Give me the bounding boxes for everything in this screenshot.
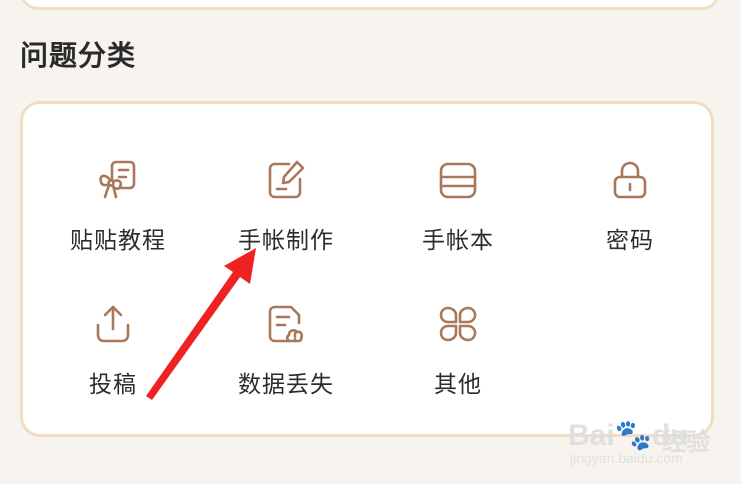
category-item-password[interactable]: 密码 (540, 157, 720, 287)
category-label: 手帐制作 (238, 228, 334, 254)
ribbon-note-icon (95, 157, 141, 203)
watermark: Bai🐾du 经验 jingyan.baidu.com (560, 400, 740, 480)
category-item-tutorial[interactable]: 贴贴教程 (28, 157, 208, 287)
category-item-submit[interactable]: 投稿 (23, 301, 203, 431)
upload-icon (90, 301, 136, 347)
data-loss-icon (263, 301, 309, 347)
category-label: 手帐本 (422, 228, 494, 254)
category-label: 密码 (606, 228, 654, 254)
watermark-url: jingyan.baidu.com (570, 450, 683, 466)
category-item-notebook[interactable]: 手帐本 (368, 157, 548, 287)
category-label: 数据丢失 (238, 372, 334, 398)
previous-card (20, 0, 720, 10)
edit-note-icon (263, 157, 309, 203)
category-label: 投稿 (89, 372, 137, 398)
paw-icon: 🐾 (614, 419, 653, 452)
category-item-data-loss[interactable]: 数据丢失 (196, 301, 376, 431)
lock-icon (607, 157, 653, 203)
more-grid-icon (435, 301, 481, 347)
category-item-other[interactable]: 其他 (368, 301, 548, 431)
category-item-journal-making[interactable]: 手帐制作 (196, 157, 376, 287)
category-card: 贴贴教程 手帐制作 手帐本 密码 投稿 数据丢失 其他 (20, 101, 714, 437)
category-label: 贴贴教程 (70, 228, 166, 254)
category-label: 其他 (434, 372, 482, 398)
notebook-icon (435, 157, 481, 203)
section-title: 问题分类 (20, 39, 137, 72)
